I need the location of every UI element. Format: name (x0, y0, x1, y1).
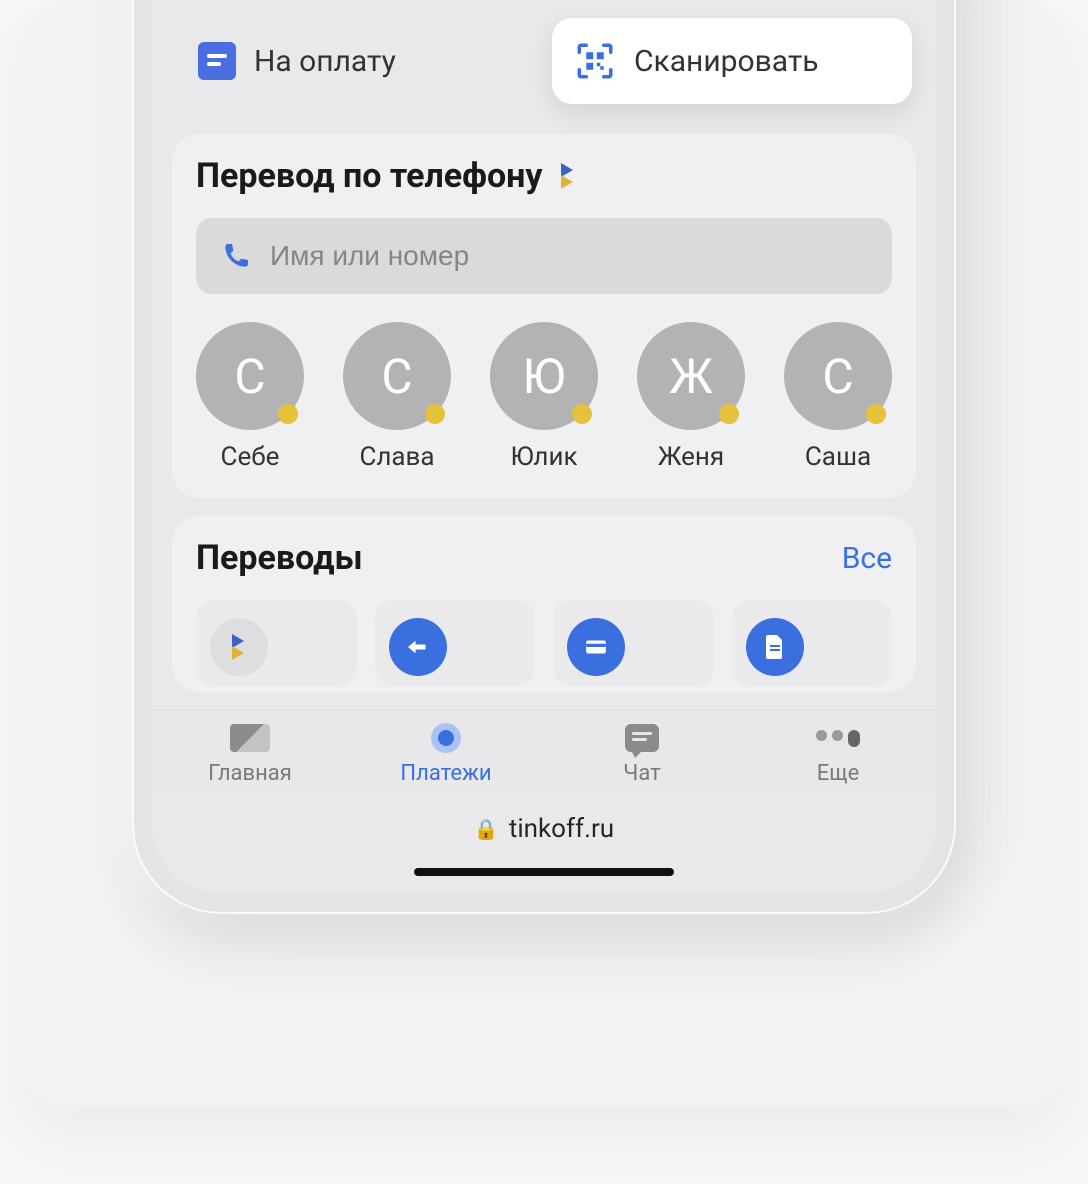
status-dot-icon (425, 404, 445, 424)
card-icon (567, 618, 625, 676)
avatar-initial: С (822, 348, 853, 405)
transfers-all-link[interactable]: Все (842, 541, 892, 576)
tab-payments-label: Платежи (400, 761, 491, 786)
stage: На оплату Сканировать (20, 0, 1068, 1108)
contact-name: Слава (359, 442, 434, 472)
bill-icon (198, 42, 236, 80)
browser-url-bar[interactable]: 🔒 tinkoff.ru (152, 792, 936, 854)
contacts-row: С Себе С Слава Ю (196, 322, 892, 472)
scan-button[interactable]: Сканировать (552, 18, 912, 104)
more-tab-icon (816, 721, 860, 755)
phone-icon (220, 240, 252, 272)
sbp-icon (555, 163, 581, 189)
transfers-card: Переводы Все (172, 516, 916, 692)
contact-item[interactable]: Ю Юлик (490, 322, 598, 472)
contact-item[interactable]: С Себе (196, 322, 304, 472)
lock-icon: 🔒 (474, 817, 499, 841)
tab-payments[interactable]: Платежи (348, 721, 544, 786)
home-indicator[interactable] (414, 868, 674, 876)
status-dot-icon (278, 404, 298, 424)
phone-mockup: На оплату Сканировать (134, 0, 954, 912)
transfer-by-phone-title: Перевод по телефону (196, 156, 892, 196)
avatar: Ю (490, 322, 598, 430)
transfer-by-phone-title-text: Перевод по телефону (196, 156, 543, 196)
pay-request-label: На оплату (254, 44, 396, 79)
tab-more-label: Еще (817, 761, 860, 786)
bottom-tab-bar: Главная Платежи Чат Еще (152, 710, 936, 792)
avatar: С (196, 322, 304, 430)
tab-home[interactable]: Главная (152, 721, 348, 786)
chat-tab-icon (620, 721, 664, 755)
contact-item[interactable]: С Саша (784, 322, 892, 472)
tile-sbp-icon (210, 618, 268, 676)
tab-chat-label: Чат (623, 761, 660, 786)
avatar-initial: С (381, 348, 412, 405)
avatar: Ж (637, 322, 745, 430)
transfers-header: Переводы Все (196, 538, 892, 578)
avatar-initial: Ю (523, 348, 566, 405)
tab-more[interactable]: Еще (740, 721, 936, 786)
transfer-tile-requisites[interactable] (732, 600, 893, 686)
payments-tab-icon (424, 721, 468, 755)
transfer-by-phone-card: Перевод по телефону С Себе (172, 134, 916, 498)
qr-scan-icon (574, 40, 616, 82)
home-tab-icon (228, 721, 272, 755)
arrow-swap-icon (389, 618, 447, 676)
contact-item[interactable]: Ж Женя (637, 322, 745, 472)
app-screen: На оплату Сканировать (152, 0, 936, 894)
transfer-tiles (196, 600, 892, 686)
tab-home-label: Главная (208, 761, 292, 786)
transfers-title: Переводы (196, 538, 363, 578)
transfer-tile-sbp[interactable] (196, 600, 357, 686)
avatar: С (343, 322, 451, 430)
contact-name: Женя (658, 442, 724, 472)
transfer-tile-between[interactable] (375, 600, 536, 686)
contact-name: Юлик (510, 442, 577, 472)
contact-name: Себе (221, 442, 280, 472)
status-dot-icon (572, 404, 592, 424)
tab-chat[interactable]: Чат (544, 721, 740, 786)
status-dot-icon (719, 404, 739, 424)
phone-search-field[interactable] (196, 218, 892, 294)
scan-label: Сканировать (634, 44, 819, 79)
contact-item[interactable]: С Слава (343, 322, 451, 472)
avatar-initial: С (234, 348, 265, 405)
document-icon (746, 618, 804, 676)
pay-request-button[interactable]: На оплату (176, 18, 536, 104)
browser-url-text: tinkoff.ru (509, 814, 614, 844)
avatar: С (784, 322, 892, 430)
phone-search-input[interactable] (270, 240, 868, 272)
contact-name: Саша (805, 442, 871, 472)
status-dot-icon (866, 404, 886, 424)
transfer-tile-card[interactable] (553, 600, 714, 686)
quick-actions-row: На оплату Сканировать (152, 18, 936, 122)
avatar-initial: Ж (669, 348, 713, 405)
